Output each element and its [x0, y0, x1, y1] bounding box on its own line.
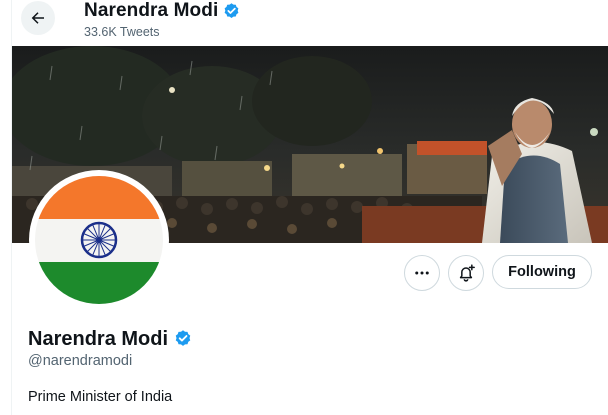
profile-header-bar: Narendra Modi 33.6K Tweets: [0, 0, 608, 46]
header-title: Narendra Modi: [84, 0, 241, 22]
arrow-left-icon: [31, 12, 44, 24]
back-button[interactable]: [21, 1, 55, 35]
indian-flag-avatar: [35, 176, 163, 304]
bell-plus-icon: [459, 264, 475, 282]
avatar-image: [35, 176, 163, 304]
verified-badge-icon: [224, 2, 239, 18]
profile-bio: Prime Minister of India: [28, 389, 173, 405]
profile-name-text: Narendra Modi: [28, 328, 169, 350]
notifications-button[interactable]: [448, 255, 484, 291]
header-name-text: Narendra Modi: [84, 0, 219, 21]
more-options-button[interactable]: [404, 255, 440, 291]
following-button[interactable]: Following: [492, 255, 592, 289]
profile-name: Narendra Modi: [28, 327, 193, 351]
profile-avatar[interactable]: [29, 170, 169, 310]
tweet-count: 33.6K Tweets: [84, 25, 160, 39]
profile-handle: @narendramodi: [28, 353, 133, 369]
verified-badge-icon: [175, 330, 191, 346]
left-divider: [11, 0, 12, 415]
more-dots-icon: [415, 271, 429, 275]
